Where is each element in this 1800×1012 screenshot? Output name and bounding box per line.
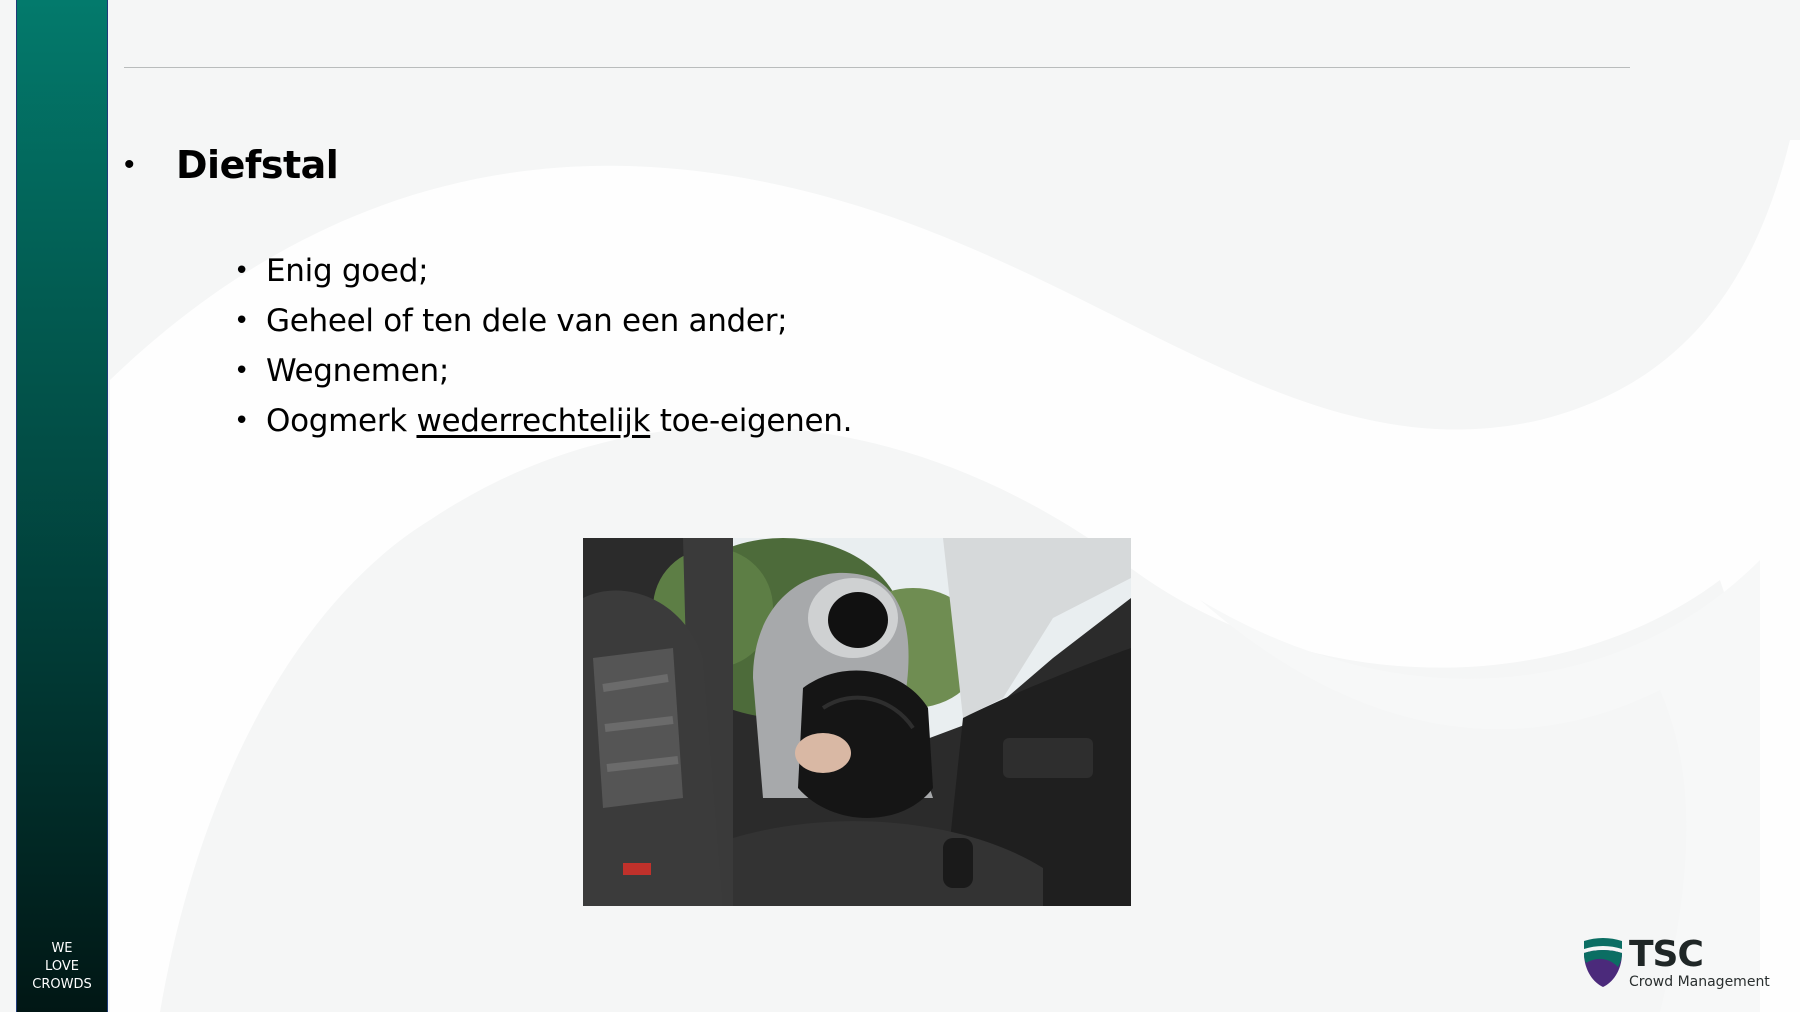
- logo-text: TSC Crowd Management: [1629, 937, 1770, 991]
- tagline-line: CROWDS: [32, 977, 92, 992]
- bullet-icon: •: [234, 356, 250, 386]
- thief-car-photo: [583, 538, 1131, 906]
- heading-row: • Diefstal: [124, 138, 852, 192]
- bullet-icon: •: [234, 256, 250, 286]
- tsc-logo: TSC Crowd Management: [1582, 937, 1772, 993]
- list-item-text: Enig goed;: [266, 253, 429, 289]
- list-item: • Geheel of ten dele van een ander;: [234, 296, 852, 346]
- tagline: WE LOVE CROWDS: [17, 940, 107, 994]
- photo-illustration: [583, 538, 1131, 906]
- underlined-term: wederrechtelijk: [416, 403, 651, 439]
- slide-content: • Diefstal • Enig goed; • Geheel of ten …: [124, 138, 853, 446]
- list-item-text-end: toe-eigenen.: [650, 403, 853, 439]
- sidebar-band: WE LOVE CROWDS: [16, 0, 108, 1012]
- list-item: • Enig goed;: [234, 246, 852, 296]
- list-item-text: Wegnemen;: [266, 353, 449, 389]
- bullet-icon: •: [234, 406, 250, 436]
- list-item-text: Oogmerk: [266, 403, 417, 439]
- list-item: • Oogmerk wederrechtelijk toe-eigenen.: [234, 396, 853, 446]
- slide-heading: Diefstal: [176, 143, 339, 187]
- bullet-icon: •: [234, 306, 250, 336]
- bullet-list: • Enig goed; • Geheel of ten dele van ee…: [234, 246, 853, 446]
- logo-subtitle: Crowd Management: [1629, 974, 1770, 990]
- logo-name: TSC: [1629, 934, 1704, 975]
- list-item: • Wegnemen;: [234, 346, 852, 396]
- list-item-text: Geheel of ten dele van een ander;: [266, 303, 788, 339]
- bullet-icon: •: [124, 148, 135, 181]
- tagline-line: LOVE: [45, 959, 79, 974]
- shield-icon: [1584, 938, 1622, 987]
- tagline-line: WE: [51, 941, 73, 956]
- header-divider: [124, 67, 1630, 68]
